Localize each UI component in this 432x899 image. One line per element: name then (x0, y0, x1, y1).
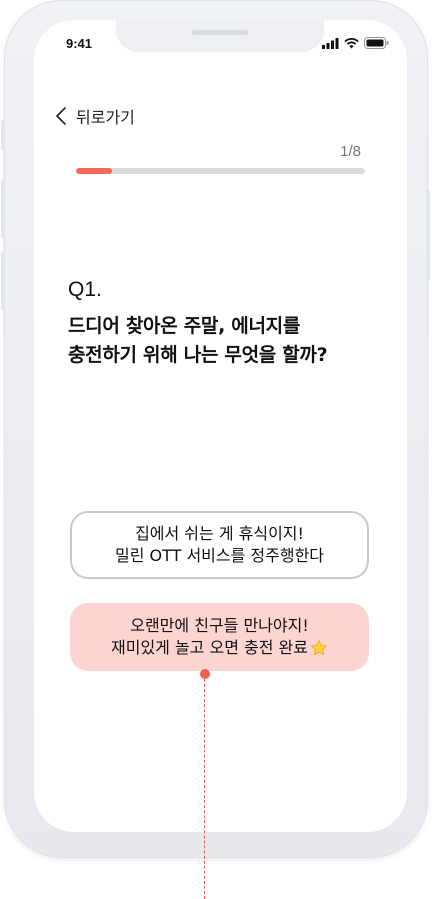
notch (116, 20, 324, 52)
answer-2-line-2: 재미있게 놀고 오면 충전 완료 (111, 638, 308, 657)
status-icons (322, 37, 389, 49)
answer-option-1[interactable]: 집에서 쉬는 게 휴식이지! 밀린 OTT 서비스를 정주행한다 (70, 511, 369, 579)
answer-2-line-1: 오랜만에 친구들 만나야지! (130, 616, 309, 635)
back-label: 뒤로가기 (76, 108, 135, 127)
battery-icon (364, 37, 389, 49)
notch-speaker (192, 30, 248, 35)
answer-1-line-1: 집에서 쉬는 게 휴식이지! (135, 524, 304, 543)
progress-fill (76, 168, 113, 174)
star-icon (311, 640, 327, 656)
status-time: 9:41 (66, 36, 93, 51)
phone-frame: 9:41 뒤로가기 1/8 Q1. 드디어 찾아온 주말, 에너지를 충전하기 … (1, 0, 430, 858)
side-button-power (426, 190, 430, 280)
signal-icon (322, 37, 339, 49)
side-button-mute (1, 120, 5, 150)
side-button-volume-down (1, 252, 5, 310)
question-number: Q1. (68, 278, 102, 301)
annotation-marker (200, 669, 210, 679)
chevron-left-icon (56, 107, 66, 125)
question-line-2: 충전하기 위해 나는 무엇을 할까? (68, 344, 328, 366)
annotation-dashed-line (204, 679, 205, 899)
answer-1-line-2: 밀린 OTT 서비스를 정주행한다 (114, 546, 325, 565)
answer-option-2[interactable]: 오랜만에 친구들 만나야지! 재미있게 놀고 오면 충전 완료 (70, 603, 369, 671)
wifi-icon (344, 37, 359, 48)
progress-bar (76, 168, 365, 174)
side-button-volume-up (1, 180, 5, 238)
phone-screen: 9:41 뒤로가기 1/8 Q1. 드디어 찾아온 주말, 에너지를 충전하기 … (34, 20, 407, 832)
question-line-1: 드디어 찾아온 주말, 에너지를 (68, 315, 301, 337)
progress-count: 1/8 (340, 143, 361, 160)
question-text: 드디어 찾아온 주말, 에너지를 충전하기 위해 나는 무엇을 할까? (68, 312, 388, 370)
back-button[interactable]: 뒤로가기 (56, 104, 135, 128)
